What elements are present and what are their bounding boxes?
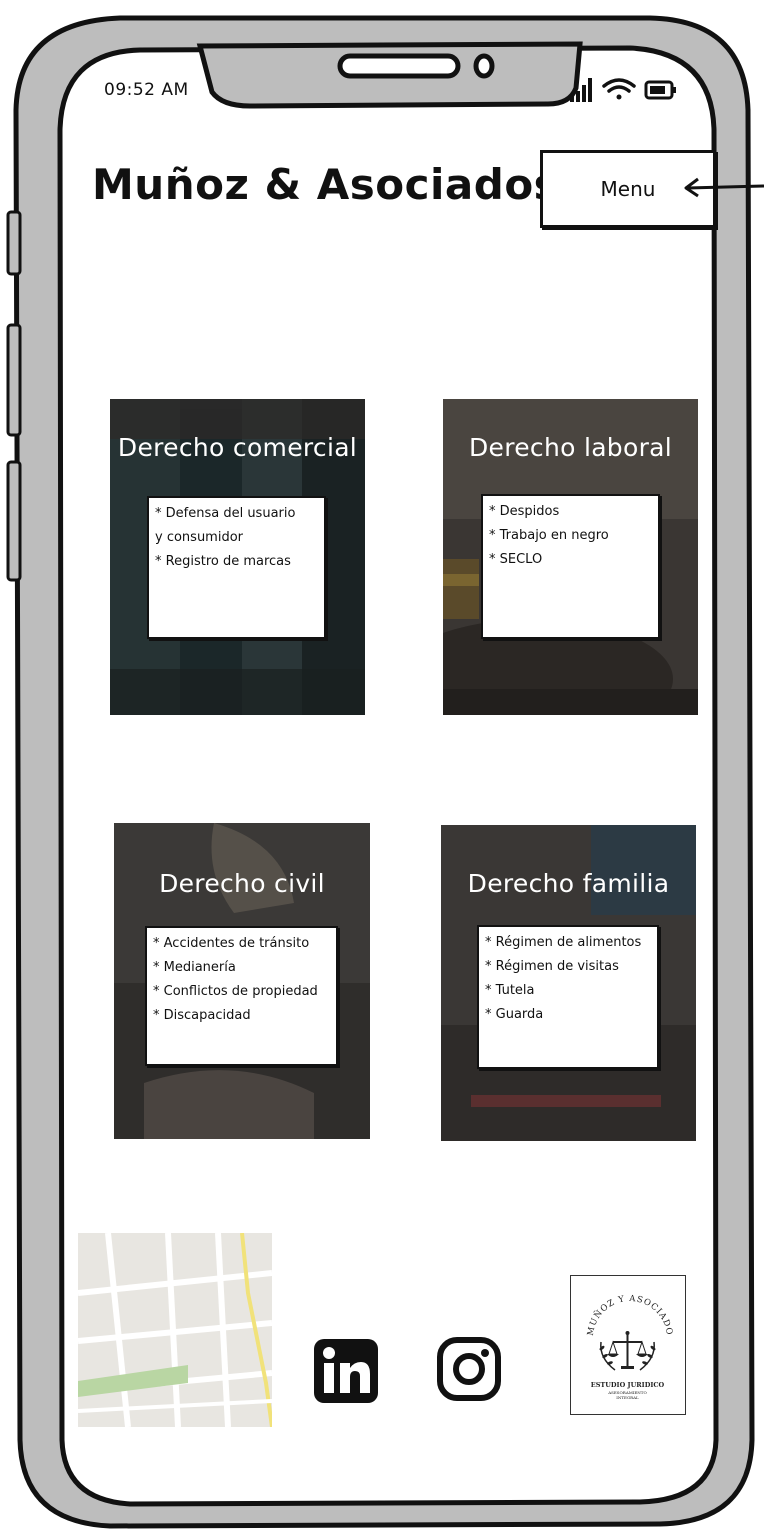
logo-line3: INTEGRAL (616, 1395, 639, 1400)
card-list: * Defensa del usuario y consumidor * Reg… (147, 496, 326, 639)
list-item: * Defensa del usuario (155, 506, 296, 521)
card-title: Derecho comercial (117, 433, 358, 462)
wifi-icon (602, 78, 636, 100)
card-list: * Régimen de alimentos * Régimen de visi… (477, 925, 659, 1069)
linkedin-icon[interactable] (314, 1339, 378, 1403)
arrow-left-icon (684, 177, 764, 198)
list-item: * Despidos (489, 504, 560, 519)
signal-icon (570, 78, 592, 102)
firm-logo: MUÑOZ Y ASOCIADOS ESTUDIO JURIDICO ASESO… (568, 1269, 686, 1415)
card-list: * Despidos * Trabajo en negro * SECLO (481, 494, 660, 639)
card-title: Derecho familia (467, 869, 670, 898)
logo-arc-text: MUÑOZ Y ASOCIADOS (568, 1269, 673, 1337)
card-title: Derecho civil (159, 869, 325, 898)
card-derecho-laboral[interactable]: Derecho laboral * Despidos * Trabajo en … (443, 399, 698, 715)
list-item: * Medianería (153, 960, 236, 975)
list-item: * SECLO (489, 552, 543, 567)
list-item: * Trabajo en negro (489, 528, 609, 543)
card-list: * Accidentes de tránsito * Medianería * … (145, 926, 338, 1066)
list-item: * Guarda (485, 1007, 544, 1022)
list-item: * Régimen de alimentos (485, 935, 642, 950)
list-item: * Régimen de visitas (485, 959, 619, 974)
list-item: * Discapacidad (153, 1008, 251, 1023)
svg-text:MUÑOZ Y ASOCIADOS: MUÑOZ Y ASOCIADOS (571, 1276, 674, 1337)
scales-of-justice-icon: MUÑOZ Y ASOCIADOS ESTUDIO JURIDICO ASESO… (568, 1269, 674, 1400)
status-time: 09:52 AM (104, 80, 189, 100)
card-derecho-civil[interactable]: Derecho civil * Accidentes de tránsito *… (114, 823, 370, 1139)
list-item: * Tutela (485, 983, 535, 998)
card-derecho-comercial[interactable]: Derecho comercial * Defensa del usuario … (110, 399, 365, 715)
card-derecho-familia[interactable]: Derecho familia * Régimen de alimentos *… (441, 825, 696, 1141)
list-item: * Registro de marcas (155, 554, 291, 569)
list-item: y consumidor (155, 530, 244, 545)
logo-line1: ESTUDIO JURIDICO (591, 1381, 665, 1389)
page-title: Muñoz & Asociados (92, 160, 560, 209)
battery-icon (644, 80, 676, 100)
map-icon[interactable] (78, 1233, 272, 1427)
list-item: * Conflictos de propiedad (153, 984, 318, 999)
status-icons (570, 78, 676, 102)
instagram-icon[interactable] (436, 1336, 502, 1402)
list-item: * Accidentes de tránsito (153, 936, 310, 951)
card-title: Derecho laboral (468, 433, 673, 462)
